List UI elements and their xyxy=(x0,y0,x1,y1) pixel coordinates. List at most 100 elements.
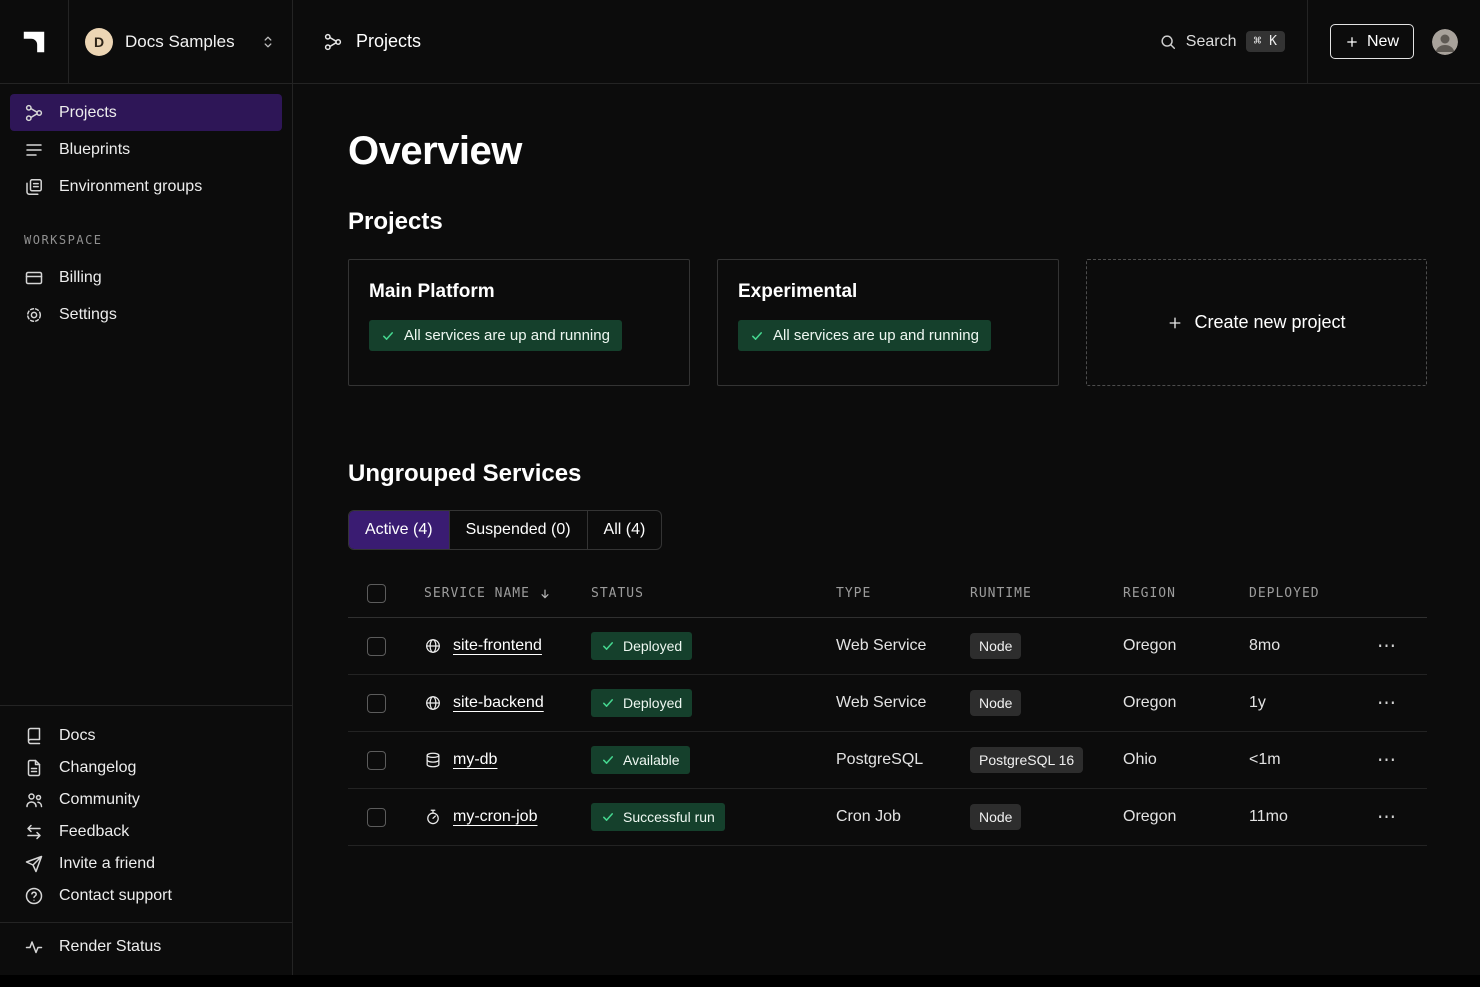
sidebar-footer: Docs Changelog xyxy=(0,705,292,922)
project-status-text: All services are up and running xyxy=(404,327,610,344)
user-avatar[interactable] xyxy=(1432,29,1458,55)
service-link[interactable]: my-db xyxy=(453,751,497,769)
service-deployed: 1y xyxy=(1249,694,1360,712)
project-card-title: Main Platform xyxy=(369,281,669,303)
service-link[interactable]: my-cron-job xyxy=(453,808,537,826)
new-button[interactable]: New xyxy=(1330,24,1414,59)
globe-icon xyxy=(424,637,442,655)
search-shortcut: ⌘ K xyxy=(1246,31,1285,52)
select-row-checkbox[interactable] xyxy=(367,808,386,827)
table-row: site-frontend Deployed Web Service Node … xyxy=(348,618,1427,675)
project-status-text: All services are up and running xyxy=(773,327,979,344)
status-text: Successful run xyxy=(623,809,715,825)
sidebar-item-docs[interactable]: Docs xyxy=(0,720,292,752)
column-header-deployed[interactable]: DEPLOYED xyxy=(1249,586,1360,601)
sidebar-item-render-status[interactable]: Render Status xyxy=(0,931,292,963)
sidebar-item-projects[interactable]: Projects xyxy=(10,94,282,131)
sidebar-item-label: Blueprints xyxy=(59,141,130,159)
sidebar-item-label: Projects xyxy=(59,104,117,122)
paper-plane-icon xyxy=(24,854,44,874)
sidebar-item-label: Environment groups xyxy=(59,178,202,196)
check-icon xyxy=(381,329,395,343)
sidebar-item-community[interactable]: Community xyxy=(0,784,292,816)
create-new-project-label: Create new project xyxy=(1194,312,1345,333)
row-actions-menu-icon[interactable]: ⋯ xyxy=(1377,808,1397,827)
file-text-icon xyxy=(24,758,44,778)
bottom-strip xyxy=(0,975,1480,987)
project-card-main-platform[interactable]: Main Platform All services are up and ru… xyxy=(348,259,690,386)
help-circle-icon xyxy=(24,886,44,906)
breadcrumb: Projects xyxy=(293,0,421,83)
sidebar-item-changelog[interactable]: Changelog xyxy=(0,752,292,784)
status-text: Deployed xyxy=(623,638,682,654)
sidebar-item-label: Contact support xyxy=(59,887,172,905)
chevron-up-down-icon xyxy=(260,34,276,50)
column-header-service-name[interactable]: SERVICE NAME xyxy=(424,586,591,601)
row-actions-menu-icon[interactable]: ⋯ xyxy=(1377,751,1397,770)
sidebar-item-environment-groups[interactable]: Environment groups xyxy=(10,168,282,205)
check-icon xyxy=(750,329,764,343)
select-row-checkbox[interactable] xyxy=(367,694,386,713)
layers-stack-icon xyxy=(24,177,44,197)
service-type: PostgreSQL xyxy=(836,751,970,769)
render-logo[interactable] xyxy=(0,0,68,83)
service-region: Oregon xyxy=(1123,637,1249,655)
select-all-checkbox[interactable] xyxy=(367,584,386,603)
column-header-status[interactable]: STATUS xyxy=(591,586,836,601)
sidebar-item-label: Community xyxy=(59,791,140,809)
project-card-experimental[interactable]: Experimental All services are up and run… xyxy=(717,259,1059,386)
search-button[interactable]: Search ⌘ K xyxy=(1159,0,1307,83)
project-status-badge: All services are up and running xyxy=(738,320,991,351)
sidebar-item-invite-a-friend[interactable]: Invite a friend xyxy=(0,848,292,880)
database-icon xyxy=(424,751,442,769)
table-row: my-cron-job Successful run Cron Job Node… xyxy=(348,789,1427,846)
column-header-runtime[interactable]: RUNTIME xyxy=(970,586,1123,601)
swap-arrows-icon xyxy=(24,822,44,842)
status-badge: Available xyxy=(591,746,690,774)
search-label: Search xyxy=(1186,33,1237,51)
column-header-region[interactable]: REGION xyxy=(1123,586,1249,601)
ungrouped-services-heading: Ungrouped Services xyxy=(348,460,1427,488)
sidebar-item-label: Changelog xyxy=(59,759,136,777)
runtime-badge: Node xyxy=(970,633,1021,659)
workspace-selector[interactable]: D Docs Samples xyxy=(68,0,293,83)
book-icon xyxy=(24,726,44,746)
service-link[interactable]: site-frontend xyxy=(453,637,542,655)
plus-icon xyxy=(1167,315,1183,331)
row-actions-menu-icon[interactable]: ⋯ xyxy=(1377,637,1397,656)
service-type: Web Service xyxy=(836,637,970,655)
select-row-checkbox[interactable] xyxy=(367,751,386,770)
globe-icon xyxy=(424,694,442,712)
row-actions-menu-icon[interactable]: ⋯ xyxy=(1377,694,1397,713)
sidebar-item-settings[interactable]: Settings xyxy=(10,296,282,333)
tab-suspended[interactable]: Suspended (0) xyxy=(450,511,588,549)
credit-card-icon xyxy=(24,268,44,288)
app-window: D Docs Samples Projects xyxy=(0,0,1480,975)
project-cards: Main Platform All services are up and ru… xyxy=(348,259,1427,386)
tab-active[interactable]: Active (4) xyxy=(349,511,450,549)
table-header-row: SERVICE NAME STATUS TYPE RUNTIME REGION … xyxy=(348,570,1427,618)
workspace-name: Docs Samples xyxy=(125,32,248,52)
service-region: Ohio xyxy=(1123,751,1249,769)
service-region: Oregon xyxy=(1123,808,1249,826)
service-deployed: 8mo xyxy=(1249,637,1360,655)
sidebar-item-billing[interactable]: Billing xyxy=(10,259,282,296)
topbar-right-group: New xyxy=(1308,0,1480,83)
select-row-checkbox[interactable] xyxy=(367,637,386,656)
status-badge: Successful run xyxy=(591,803,725,831)
sidebar-item-label: Settings xyxy=(59,306,117,324)
column-header-type[interactable]: TYPE xyxy=(836,586,970,601)
services-table: SERVICE NAME STATUS TYPE RUNTIME REGION … xyxy=(348,570,1427,846)
status-text: Deployed xyxy=(623,695,682,711)
sort-descending-icon[interactable] xyxy=(538,587,552,601)
projects-graph-icon xyxy=(323,32,343,52)
tab-all[interactable]: All (4) xyxy=(588,511,662,549)
sidebar-item-label: Feedback xyxy=(59,823,129,841)
column-header-label: SERVICE NAME xyxy=(424,586,530,601)
sidebar-item-feedback[interactable]: Feedback xyxy=(0,816,292,848)
create-new-project-button[interactable]: Create new project xyxy=(1086,259,1427,386)
sidebar-item-contact-support[interactable]: Contact support xyxy=(0,880,292,912)
service-deployed: <1m xyxy=(1249,751,1360,769)
sidebar-item-blueprints[interactable]: Blueprints xyxy=(10,131,282,168)
service-link[interactable]: site-backend xyxy=(453,694,544,712)
